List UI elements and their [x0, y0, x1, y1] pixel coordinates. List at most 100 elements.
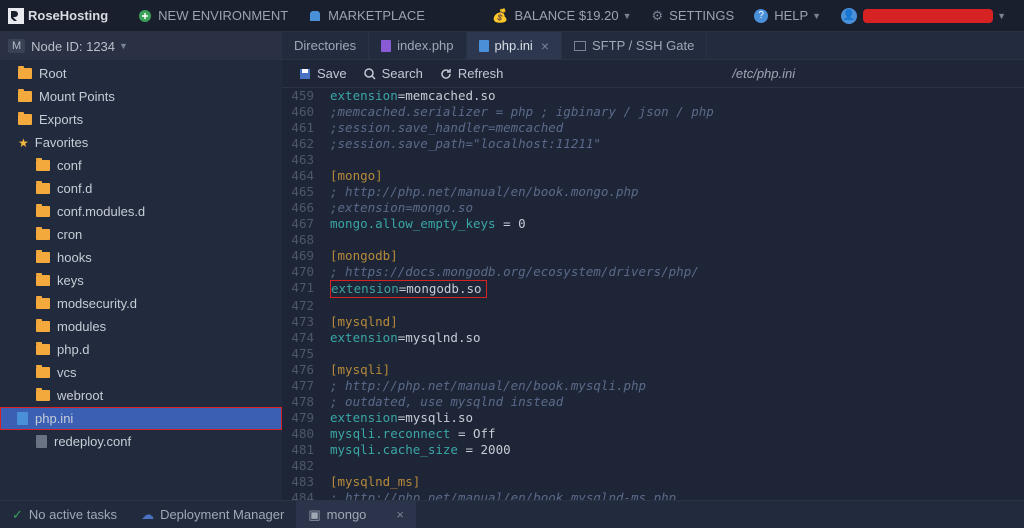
code-line[interactable]: 468: [282, 232, 1024, 248]
tree-item-keys[interactable]: keys: [0, 269, 282, 292]
tree-item-conf-d[interactable]: conf.d: [0, 177, 282, 200]
line-number: 465: [282, 184, 326, 200]
tree-item-exports[interactable]: Exports: [0, 108, 282, 131]
code-content: mysqli.cache_size = 2000: [326, 442, 1024, 458]
code-editor[interactable]: 459extension=memcached.so460;memcached.s…: [282, 88, 1024, 500]
code-content: extension=mysqlnd.so: [326, 330, 1024, 346]
marketplace-button[interactable]: MARKETPLACE: [298, 8, 435, 23]
tree-item-php-ini[interactable]: php.ini: [0, 407, 282, 430]
tree-item-favorites[interactable]: ★Favorites: [0, 131, 282, 154]
line-number: 467: [282, 216, 326, 232]
code-line[interactable]: 471extension=mongodb.so: [282, 280, 1024, 298]
tree-item-webroot[interactable]: webroot: [0, 384, 282, 407]
code-content: [mongo]: [326, 168, 1024, 184]
tree-item-modules[interactable]: modules: [0, 315, 282, 338]
line-number: 468: [282, 232, 326, 248]
tab-php-ini[interactable]: php.ini×: [467, 32, 563, 59]
line-number: 464: [282, 168, 326, 184]
code-line[interactable]: 481mysqli.cache_size = 2000: [282, 442, 1024, 458]
code-line[interactable]: 479extension=mysqli.so: [282, 410, 1024, 426]
tree-item-hooks[interactable]: hooks: [0, 246, 282, 269]
code-line[interactable]: 469[mongodb]: [282, 248, 1024, 264]
code-content: [326, 152, 1024, 168]
tree-item-php-d[interactable]: php.d: [0, 338, 282, 361]
mongo-tab[interactable]: ▣ mongo ×: [296, 501, 416, 528]
line-number: 480: [282, 426, 326, 442]
close-icon[interactable]: ×: [396, 507, 404, 522]
balance-button[interactable]: 💰 BALANCE $19.20 ▼: [482, 8, 641, 24]
code-line[interactable]: 482: [282, 458, 1024, 474]
code-line[interactable]: 478; outdated, use mysqlnd instead: [282, 394, 1024, 410]
tree-item-label: redeploy.conf: [54, 434, 131, 449]
line-number: 484: [282, 490, 326, 500]
code-line[interactable]: 462;session.save_path="localhost:11211": [282, 136, 1024, 152]
refresh-button[interactable]: Refresh: [431, 66, 512, 81]
code-line[interactable]: 465; http://php.net/manual/en/book.mongo…: [282, 184, 1024, 200]
tree-item-label: conf.modules.d: [57, 204, 145, 219]
code-line[interactable]: 474extension=mysqlnd.so: [282, 330, 1024, 346]
tab-index-php[interactable]: index.php: [369, 32, 466, 59]
code-content: ;extension=mongo.so: [326, 200, 1024, 216]
file-tree: RootMount PointsExports★Favoritesconfcon…: [0, 60, 282, 500]
folder-icon: [36, 229, 50, 240]
tree-item-conf-modules-d[interactable]: conf.modules.d: [0, 200, 282, 223]
user-name-redacted: [863, 9, 993, 23]
tree-item-redeploy-conf[interactable]: redeploy.conf: [0, 430, 282, 453]
close-icon[interactable]: ×: [541, 38, 549, 54]
php-file-icon: [381, 40, 391, 52]
tasks-status[interactable]: ✓ No active tasks: [0, 501, 129, 528]
tree-item-label: vcs: [57, 365, 77, 380]
code-line[interactable]: 467mongo.allow_empty_keys = 0: [282, 216, 1024, 232]
code-content: [326, 232, 1024, 248]
tab-directories[interactable]: Directories: [282, 32, 369, 59]
tree-item-conf[interactable]: conf: [0, 154, 282, 177]
code-line[interactable]: 463: [282, 152, 1024, 168]
tree-item-root[interactable]: Root: [0, 62, 282, 85]
folder-icon: [36, 252, 50, 263]
code-line[interactable]: 475: [282, 346, 1024, 362]
tree-item-vcs[interactable]: vcs: [0, 361, 282, 384]
file-path: /etc/php.ini: [511, 66, 1016, 81]
code-line[interactable]: 472: [282, 298, 1024, 314]
code-line[interactable]: 470; https://docs.mongodb.org/ecosystem/…: [282, 264, 1024, 280]
user-menu[interactable]: 👤 ▼: [831, 8, 1016, 24]
code-line[interactable]: 464[mongo]: [282, 168, 1024, 184]
chevron-down-icon: ▼: [812, 11, 821, 21]
settings-button[interactable]: ⚙ SETTINGS: [642, 8, 745, 24]
code-line[interactable]: 483[mysqlnd_ms]: [282, 474, 1024, 490]
code-content: ;session.save_path="localhost:11211": [326, 136, 1024, 152]
code-line[interactable]: 480mysqli.reconnect = Off: [282, 426, 1024, 442]
tree-item-cron[interactable]: cron: [0, 223, 282, 246]
tree-item-mount-points[interactable]: Mount Points: [0, 85, 282, 108]
code-line[interactable]: 466;extension=mongo.so: [282, 200, 1024, 216]
code-line[interactable]: 476[mysqli]: [282, 362, 1024, 378]
code-line[interactable]: 459extension=memcached.so: [282, 88, 1024, 104]
tree-item-label: modsecurity.d: [57, 296, 137, 311]
code-content: ; http://php.net/manual/en/book.mysqli.p…: [326, 378, 1024, 394]
deployment-manager-button[interactable]: ☁ Deployment Manager: [129, 501, 296, 528]
code-content: [326, 458, 1024, 474]
tree-item-label: hooks: [57, 250, 92, 265]
tree-item-label: Exports: [39, 112, 83, 127]
help-button[interactable]: ? HELP ▼: [744, 8, 831, 23]
code-line[interactable]: 477; http://php.net/manual/en/book.mysql…: [282, 378, 1024, 394]
code-content: ; http://php.net/manual/en/book.mysqlnd-…: [326, 490, 1024, 500]
code-line[interactable]: 461;session.save_handler=memcached: [282, 120, 1024, 136]
line-number: 461: [282, 120, 326, 136]
code-line[interactable]: 473[mysqlnd]: [282, 314, 1024, 330]
tree-item-label: php.ini: [35, 411, 73, 426]
code-line[interactable]: 460;memcached.serializer = php ; igbinar…: [282, 104, 1024, 120]
code-content: ; outdated, use mysqlnd instead: [326, 394, 1024, 410]
code-content: mongo.allow_empty_keys = 0: [326, 216, 1024, 232]
save-button[interactable]: Save: [290, 66, 355, 81]
code-line[interactable]: 484; http://php.net/manual/en/book.mysql…: [282, 490, 1024, 500]
tree-item-modsecurity-d[interactable]: modsecurity.d: [0, 292, 282, 315]
terminal-icon: ▣: [308, 507, 320, 523]
new-environment-button[interactable]: NEW ENVIRONMENT: [128, 8, 298, 23]
ini-file-icon: [479, 40, 489, 52]
code-content: [mysqlnd_ms]: [326, 474, 1024, 490]
tab-sftp-ssh-gate[interactable]: SFTP / SSH Gate: [562, 32, 707, 59]
node-selector[interactable]: M Node ID: 1234 ▼: [0, 32, 282, 60]
file-icon: [36, 435, 47, 448]
search-button[interactable]: Search: [355, 66, 431, 81]
